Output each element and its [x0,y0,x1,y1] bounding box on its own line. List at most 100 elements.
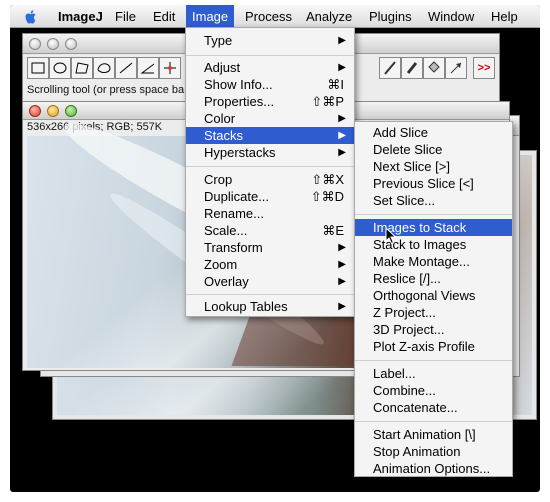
shortcut-label: ⇧⌘D [310,189,344,204]
menu-separator [186,166,354,167]
menu-separator [355,360,512,361]
zoom-button[interactable] [65,105,77,117]
menu-item-label: Adjust [204,60,241,75]
flood-fill-tool-icon[interactable] [423,57,445,79]
mouse-cursor-icon [385,227,397,245]
apple-icon[interactable] [24,9,38,25]
menu-item-label: Stacks [204,128,244,143]
menu-bar: ImageJ File Edit Image Process Analyze P… [10,5,540,28]
menu-item-overlay[interactable]: Overlay ▶ [186,273,354,290]
screenshot-frame: >> Scrolling tool (or press space ba 536… [0,0,550,502]
menu-item-duplicate[interactable]: Duplicate... ⇧⌘D [186,188,354,205]
rectangle-tool-icon[interactable] [27,57,49,79]
arrow-tool-icon[interactable] [445,57,467,79]
menu-separator [355,214,512,215]
submenu-item[interactable]: Stack to Images [355,236,512,253]
menu-item-label: Type [204,33,233,48]
submenu-item[interactable]: Concatenate... [355,399,512,416]
submenu-item[interactable]: Label... [355,365,512,382]
submenu-arrow-icon: ▶ [338,147,346,158]
stacks-submenu: Add Slice Delete Slice Next Slice [>] Pr… [354,121,513,477]
submenu-item[interactable]: Animation Options... [355,460,512,477]
menu-item-zoom[interactable]: Zoom ▶ [186,256,354,273]
menu-item-label: Scale... [204,223,248,238]
submenu-item[interactable]: Orthogonal Views [355,287,512,304]
shortcut-label: ⇧⌘P [311,94,344,109]
submenu-item[interactable]: Make Montage... [355,253,512,270]
menu-item-hyperstacks[interactable]: Hyperstacks ▶ [186,144,354,161]
menu-item-rename[interactable]: Rename... [186,205,354,222]
menu-item-label: Transform [204,240,263,255]
submenu-item[interactable]: Set Slice... [355,192,512,209]
menu-separator [186,55,354,56]
menu-imagej[interactable]: ImageJ [52,5,109,28]
desktop: >> Scrolling tool (or press space ba 536… [10,5,540,492]
submenu-arrow-icon: ▶ [338,130,346,141]
menu-item-crop[interactable]: Crop ⇧⌘X [186,171,354,188]
submenu-arrow-icon: ▶ [338,113,346,124]
zoom-button[interactable] [65,38,77,50]
oval-tool-icon[interactable] [49,57,71,79]
freehand-tool-icon[interactable] [93,57,115,79]
menu-separator [186,294,354,295]
submenu-item[interactable]: Add Slice [355,124,512,141]
point-tool-icon[interactable] [159,57,181,79]
menu-item-label: Color [204,111,236,126]
menu-window[interactable]: Window [422,5,480,28]
line-tool-icon[interactable] [115,57,137,79]
menu-edit[interactable]: Edit [147,5,181,28]
angle-tool-icon[interactable] [137,57,159,79]
submenu-item[interactable]: Plot Z-axis Profile [355,338,512,355]
menu-image[interactable]: Image [186,5,235,28]
shortcut-label: ⇧⌘X [311,172,344,187]
submenu-item[interactable]: Combine... [355,382,512,399]
minimize-button[interactable] [47,38,59,50]
menu-plugins[interactable]: Plugins [363,5,418,28]
submenu-item[interactable]: 3D Project... [355,321,512,338]
menu-item-label: Properties... [204,94,275,109]
submenu-item[interactable]: Z Project... [355,304,512,321]
menu-item-lookup-tables[interactable]: Lookup Tables ▶ [186,298,354,315]
close-button[interactable] [29,38,41,50]
more-tools-button[interactable]: >> [473,57,495,79]
submenu-item[interactable]: Previous Slice [<] [355,175,512,192]
menu-item-transform[interactable]: Transform ▶ [186,239,354,256]
minimize-button[interactable] [47,105,59,117]
polygon-tool-icon[interactable] [71,57,93,79]
menu-item-label: Zoom [204,257,238,272]
submenu-arrow-icon: ▶ [338,301,346,312]
menu-item-scale[interactable]: Scale... ⌘E [186,222,354,239]
brush-tool-icon[interactable] [401,57,423,79]
menu-item-stacks[interactable]: Stacks ▶ [186,127,354,144]
menu-item-show-info[interactable]: Show Info... ⌘I [186,76,354,93]
shortcut-label: ⌘E [322,223,344,238]
menu-item-type[interactable]: Type ▶ [186,32,354,49]
menu-item-adjust[interactable]: Adjust ▶ [186,59,354,76]
menu-help[interactable]: Help [485,5,524,28]
submenu-item[interactable]: Reslice [/]... [355,270,512,287]
menu-separator [355,421,512,422]
pencil-tool-icon[interactable] [379,57,401,79]
menu-file[interactable]: File [109,5,142,28]
menu-item-label: Rename... [204,206,264,221]
submenu-item[interactable]: Delete Slice [355,141,512,158]
menu-item-label: Crop [204,172,233,187]
submenu-item[interactable]: Stop Animation [355,443,512,460]
menu-item-label: Overlay [204,274,249,289]
submenu-item[interactable]: Next Slice [>] [355,158,512,175]
submenu-arrow-icon: ▶ [338,242,346,253]
submenu-item[interactable]: Start Animation [\] [355,426,512,443]
submenu-arrow-icon: ▶ [338,259,346,270]
submenu-item-selected[interactable]: Images to Stack [355,219,512,236]
close-button[interactable] [29,105,41,117]
image-menu: Type ▶ Adjust ▶ Show Info... ⌘I Properties.… [185,27,355,317]
menu-item-label: Show Info... [204,77,273,92]
submenu-arrow-icon: ▶ [338,35,346,46]
menu-process[interactable]: Process [239,5,298,28]
submenu-arrow-icon: ▶ [338,62,346,73]
menu-analyze[interactable]: Analyze [300,5,358,28]
menu-item-label: Lookup Tables [204,299,288,314]
menu-item-properties[interactable]: Properties... ⇧⌘P [186,93,354,110]
menu-item-label: Hyperstacks [204,145,276,160]
menu-item-color[interactable]: Color ▶ [186,110,354,127]
